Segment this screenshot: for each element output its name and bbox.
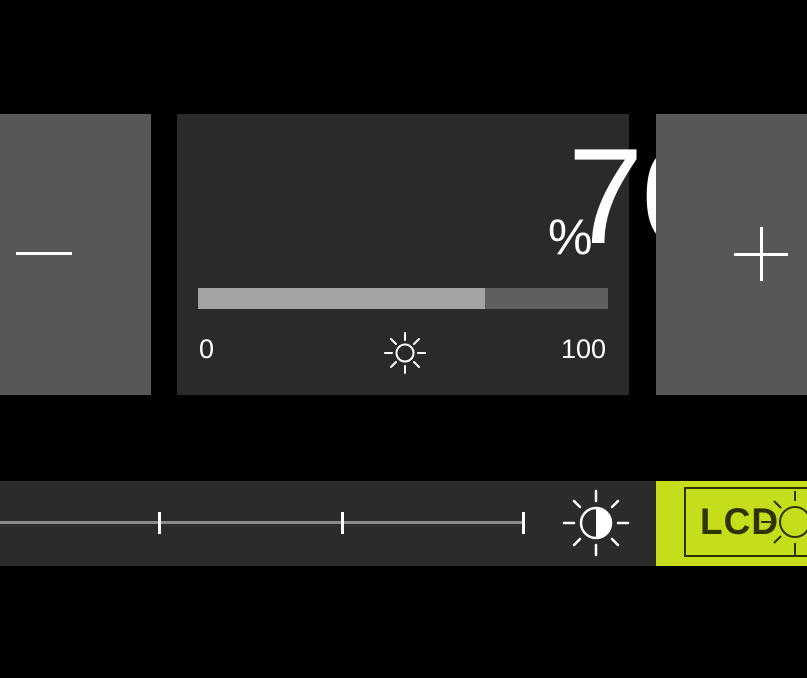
- scale-max-label: 100: [560, 334, 606, 364]
- lcd-button[interactable]: LCD: [656, 481, 807, 566]
- slider-tick: [522, 512, 525, 534]
- brightness-unit: %: [548, 209, 593, 265]
- minus-icon: [16, 252, 72, 255]
- plus-icon: [734, 227, 788, 281]
- increase-button[interactable]: [656, 114, 807, 395]
- lcd-backlight-icon: [761, 491, 807, 555]
- brightness-progress-fill: [198, 288, 485, 309]
- slider-tick: [158, 512, 161, 534]
- decrease-button[interactable]: [0, 114, 151, 395]
- contrast-slider-bar: [0, 481, 656, 566]
- sun-icon: [384, 332, 426, 374]
- scale-min-label: 0: [199, 334, 215, 364]
- brightness-progress-bar: [198, 288, 608, 309]
- slider-tick: [341, 512, 344, 534]
- contrast-slider[interactable]: [0, 512, 525, 534]
- contrast-sun-icon: [562, 489, 630, 557]
